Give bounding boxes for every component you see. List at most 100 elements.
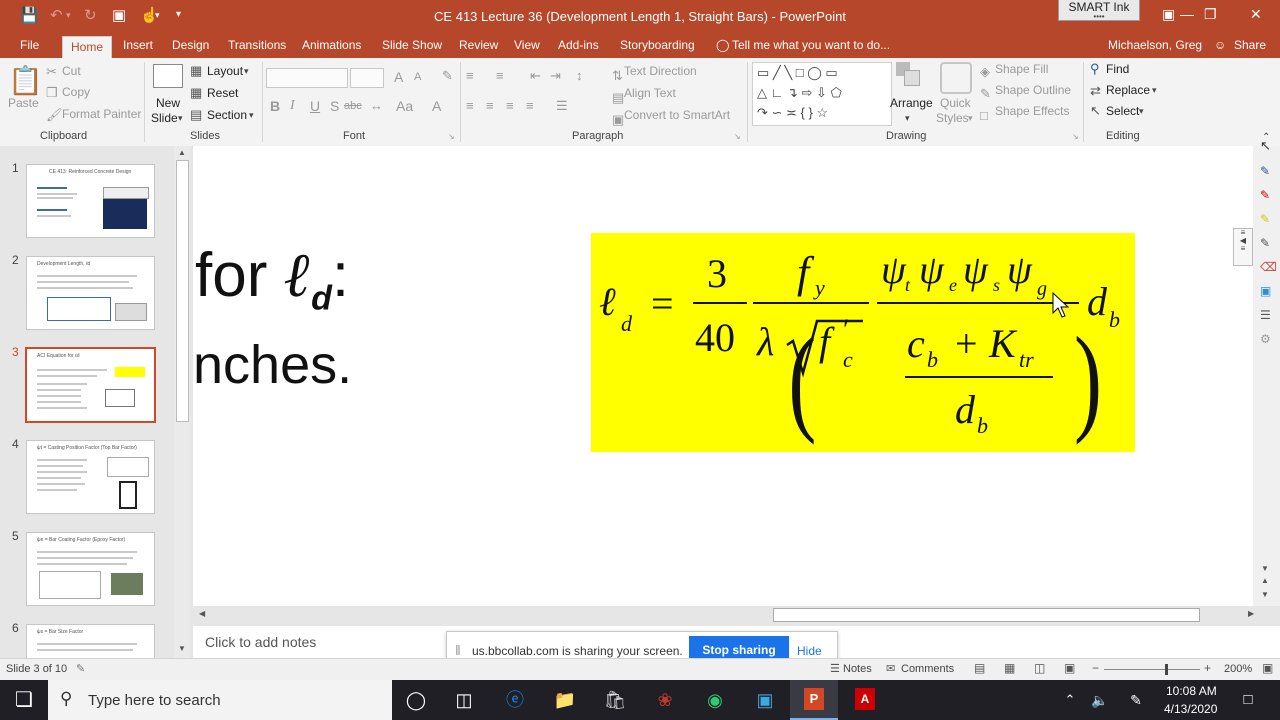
tab-file[interactable]: File [20,38,39,52]
decrease-indent-icon[interactable]: ⇤ [530,68,541,84]
copy-icon[interactable]: ❐ [46,85,58,101]
underline-button[interactable]: U [310,98,320,114]
comments-icon[interactable]: ✉ [886,662,895,675]
quick-styles-button-line1[interactable]: Quick [940,96,971,110]
thumbnail-scrollbar[interactable]: ▲ ▼ [174,146,190,658]
pen-workspace-icon[interactable]: ✎ [1124,688,1148,712]
show-hidden-icons[interactable]: ⌃ [1058,688,1082,712]
slide-thumbnail[interactable]: Development Length, ℓd [26,256,155,330]
task-view-icon[interactable]: ◫ [452,688,476,712]
menu-icon[interactable]: ☰ [1260,308,1271,322]
slide-sorter-icon[interactable]: ▦ [1004,661,1015,675]
zoom-in-icon[interactable]: + [1204,661,1211,675]
align-text-button[interactable]: Align Text [624,86,676,100]
align-left-icon[interactable]: ≡ [466,98,474,113]
minimize-icon[interactable]: — [1180,6,1194,22]
shape-effects-button[interactable]: Shape Effects [995,104,1070,118]
zoom-out-icon[interactable]: − [1092,661,1099,675]
tab-insert[interactable]: Insert [123,38,153,52]
tab-slide-show[interactable]: Slide Show [382,38,442,52]
user-name[interactable]: Michaelson, Greg [1108,38,1202,52]
new-slide-icon[interactable] [153,64,183,88]
drawing-dialog-launcher-icon[interactable]: ↘ [1072,132,1079,141]
align-center-icon[interactable]: ≡ [486,98,494,113]
tab-animations[interactable]: Animations [302,38,361,52]
eraser-icon[interactable]: ⌫ [1260,260,1277,274]
pen-blue-icon[interactable]: ✎ [1260,164,1270,178]
scrollbar-thumb[interactable] [176,160,189,422]
select-icon[interactable]: ↖ [1090,103,1101,119]
taskbar-search[interactable]: ⚲ Type here to search [48,680,392,720]
find-button[interactable]: Find [1106,62,1129,76]
restore-icon[interactable]: ❐ [1204,6,1217,23]
arrange-dropdown-icon[interactable]: ▾ [905,113,910,124]
replace-icon[interactable]: ⇄ [1090,83,1101,99]
notifications-icon[interactable]: □ [1236,688,1260,712]
reading-view-icon[interactable]: ◫ [1034,661,1045,675]
notes-icon[interactable]: ☰ [830,662,840,675]
smart-notebook-icon[interactable]: ▣ [753,688,777,712]
quick-styles-icon[interactable] [940,62,972,94]
new-slide-button-line1[interactable]: New [156,96,180,110]
slideshow-view-icon[interactable]: ▣ [1064,661,1075,675]
shape-fill-icon[interactable]: ◈ [980,64,990,80]
previous-slide-icon[interactable]: ▲ [1261,576,1269,585]
drag-handle-icon[interactable]: ‖ [455,642,461,658]
tab-add-ins[interactable]: Add-ins [558,38,599,52]
section-dropdown-icon[interactable]: ▾ [249,110,254,121]
paste-button[interactable]: Paste [8,96,39,110]
slide-body-text-line1[interactable]: for ℓd: [195,238,349,318]
highlighter-icon[interactable]: ✎ [1260,212,1270,226]
scroll-down-icon[interactable]: ▼ [1261,564,1269,573]
smart-ink-button[interactable]: SMART Ink •••• [1058,0,1140,21]
scroll-left-icon[interactable]: ◀ [199,609,205,618]
scroll-down-icon[interactable]: ▼ [178,644,186,653]
shapes-gallery[interactable]: ▭ ╱ ╲ □ ◯ ▭ △ ∟ ↴ ⇨ ⇩ ⬠ ↷ ∽ ≍ { } ☆ [752,62,892,126]
character-spacing-icon[interactable]: ↔ [370,98,383,113]
quick-styles-dropdown-icon[interactable]: ▾ [968,113,973,124]
slide-thumbnail[interactable]: ψs = Bar Size Factor [26,624,155,660]
close-icon[interactable]: ✕ [1250,6,1262,23]
section-button[interactable]: Section [207,108,247,122]
columns-icon[interactable]: ☰ [556,98,568,114]
tab-transitions[interactable]: Transitions [228,38,286,52]
new-slide-button-line2[interactable]: Slide [151,111,178,125]
tab-review[interactable]: Review [459,38,498,52]
copy-button[interactable]: Copy [62,85,90,99]
tab-design[interactable]: Design [172,38,209,52]
arrange-icon[interactable] [896,62,922,88]
normal-view-icon[interactable]: ▤ [974,661,985,675]
next-slide-icon[interactable]: ▼ [1261,590,1269,599]
settings-icon[interactable]: ⚙ [1260,332,1271,346]
find-icon[interactable]: ⚲ [1090,61,1100,77]
ribbon-display-options-icon[interactable]: ▣ [1162,6,1175,23]
smartart-icon[interactable]: ▣ [612,112,624,128]
italic-button[interactable]: I [290,98,295,114]
paragraph-dialog-launcher-icon[interactable]: ↘ [734,132,741,141]
edge-icon[interactable]: ⓔ [503,688,527,712]
zoom-level[interactable]: 200% [1224,663,1252,675]
tab-view[interactable]: View [514,38,540,52]
scroll-up-icon[interactable]: ▲ [178,148,186,157]
new-slide-dropdown-icon[interactable]: ▾ [178,113,183,124]
windows-start-icon[interactable]: ❏ [12,688,36,712]
select-button[interactable]: Select [1106,104,1139,118]
notes-toggle[interactable]: Notes [843,663,872,675]
spelling-icon[interactable]: ✎ [76,662,85,675]
font-dialog-launcher-icon[interactable]: ↘ [448,132,455,141]
notes-placeholder[interactable]: Click to add notes [205,634,316,650]
slide-thumbnail[interactable]: ψe = Bar Coating Factor (Epoxy Factor) [26,532,155,606]
numbering-icon[interactable]: ≡ [496,68,504,83]
section-icon[interactable]: ▤ [190,107,202,123]
text-direction-button[interactable]: Text Direction [624,64,697,78]
volume-icon[interactable]: 🔈 [1088,688,1112,712]
clock-time[interactable]: 10:08 AM [1166,684,1217,698]
shape-effects-icon[interactable]: □ [980,108,988,123]
slide-body-text-line2[interactable]: nches. [193,334,352,396]
grow-font-icon[interactable]: A [394,69,403,85]
store-icon[interactable]: 🛍 [603,688,627,712]
line-spacing-icon[interactable]: ↕ [576,68,583,83]
strikethrough-button[interactable]: abc [344,100,362,112]
share-button[interactable]: Share [1234,38,1266,52]
share-person-icon[interactable]: ☺ [1214,38,1226,52]
